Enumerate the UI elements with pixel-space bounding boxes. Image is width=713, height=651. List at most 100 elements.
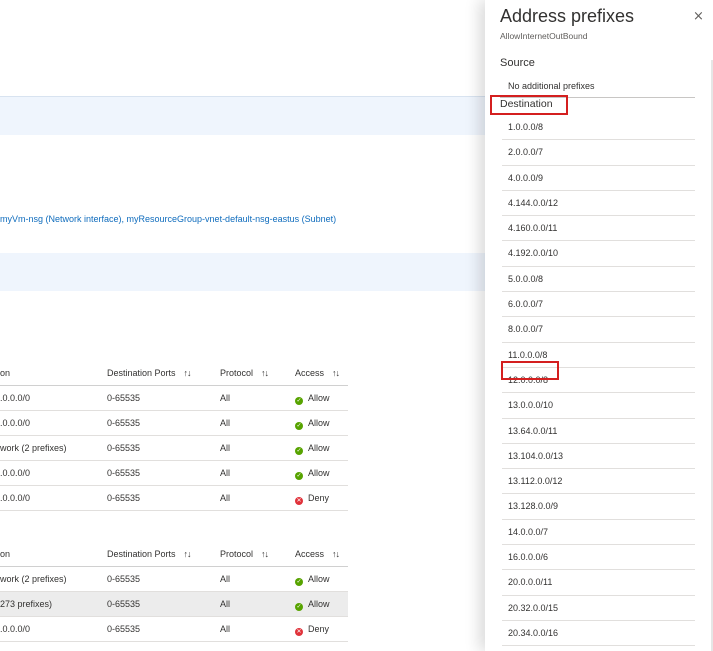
- column-header[interactable]: Destination Ports ↑↓: [107, 542, 192, 566]
- column-header-label: Destination Ports: [107, 368, 176, 378]
- prefix-value: 2.0.0.0/7: [508, 147, 544, 158]
- prefix-item: 2.0.0.0/7: [502, 140, 695, 166]
- protocol-cell: All: [220, 443, 231, 453]
- sort-arrows-icon[interactable]: ↑↓: [184, 368, 192, 378]
- prefix-value: 4.192.0.0/10: [508, 248, 559, 259]
- prefix-item: 4.160.0.0/11: [502, 216, 695, 242]
- prefix-item: 4.144.0.0/12: [502, 191, 695, 217]
- column-header[interactable]: Protocol ↑↓: [220, 542, 269, 566]
- table-row[interactable]: .0.0.0/0 0-65535 All ✕ Deny: [0, 486, 348, 511]
- column-header-label: Protocol: [220, 549, 254, 559]
- protocol-cell: All: [220, 393, 231, 403]
- sort-arrows-icon[interactable]: ↑↓: [332, 368, 340, 378]
- check-circle-icon: ✓: [295, 472, 303, 480]
- column-header[interactable]: Protocol ↑↓: [220, 361, 269, 385]
- prefix-item: 8.0.0.0/7: [502, 317, 695, 343]
- source-value: No additional prefixes: [508, 81, 595, 91]
- sort-arrows-icon[interactable]: ↑↓: [261, 368, 269, 378]
- prefix-item: 20.34.0.0/16: [502, 621, 695, 647]
- associated-nsg-link[interactable]: myVm-nsg (Network interface), myResource…: [0, 214, 336, 224]
- check-circle-icon: ✓: [295, 578, 303, 586]
- prefix-value: 20.34.0.0/16: [508, 627, 559, 638]
- address-prefixes-panel: Address prefixes AllowInternetOutBound ×…: [485, 0, 713, 651]
- table-row[interactable]: 273 prefixes) 0-65535 All ✓ Allow: [0, 592, 348, 617]
- prefix-value: 4.160.0.0/11: [508, 223, 558, 234]
- destination-cell: .0.0.0/0: [0, 468, 31, 478]
- table-header: on Destination Ports ↑↓ Protocol ↑↓ Access ↑↓: [0, 361, 348, 386]
- x-circle-icon: ✕: [295, 497, 303, 505]
- access-cell: ✓ Allow: [295, 567, 330, 591]
- outbound-rules-table: on Destination Ports ↑↓ Protocol ↑↓ Access ↑↓.…: [0, 361, 348, 511]
- prefix-highlight-box: [501, 361, 559, 380]
- prefix-item: 16.0.0.0/6: [502, 545, 695, 571]
- access-label: Allow: [308, 443, 330, 453]
- protocol-cell: All: [220, 493, 231, 503]
- x-circle-icon: ✕: [295, 628, 303, 636]
- access-cell: ✕ Deny: [295, 486, 329, 510]
- prefix-item: 13.64.0.0/11: [502, 419, 695, 444]
- source-label: Source: [500, 57, 535, 69]
- prefix-value: 11.0.0.0/8: [508, 349, 548, 360]
- panel-title: Address prefixes: [500, 6, 635, 26]
- prefix-value: 13.112.0.0/12: [508, 476, 563, 487]
- access-cell: ✓ Allow: [295, 386, 330, 410]
- prefix-value: 14.0.0.0/7: [508, 526, 549, 537]
- ports-cell: 0-65535: [107, 393, 141, 403]
- sort-arrows-icon[interactable]: ↑↓: [332, 549, 340, 559]
- prefix-value: 5.0.0.0/8: [508, 273, 544, 284]
- section-header-band: [0, 253, 485, 291]
- destination-cell: .0.0.0/0: [0, 393, 31, 403]
- protocol-cell: All: [220, 574, 231, 584]
- prefix-value: 1.0.0.0/8: [508, 122, 544, 132]
- access-cell: ✓ Allow: [295, 461, 330, 485]
- column-header: on: [0, 361, 10, 385]
- prefix-item: 6.0.0.0/7: [502, 292, 695, 318]
- close-icon[interactable]: ×: [693, 10, 704, 24]
- destination-cell: .0.0.0/0: [0, 493, 31, 503]
- prefix-item: 20.0.0.0/11: [502, 570, 695, 596]
- table-row[interactable]: .0.0.0/0 0-65535 All ✓ Allow: [0, 411, 348, 436]
- prefix-item: 14.0.0.0/7: [502, 520, 695, 546]
- ports-cell: 0-65535: [107, 574, 141, 584]
- protocol-cell: All: [220, 599, 231, 609]
- prefix-item: 4.192.0.0/10: [502, 241, 695, 267]
- access-label: Deny: [308, 493, 330, 503]
- table-row[interactable]: .0.0.0/0 0-65535 All ✓ Allow: [0, 386, 348, 411]
- access-label: Allow: [308, 418, 330, 428]
- column-header-label: on: [0, 549, 11, 559]
- ports-cell: 0-65535: [107, 624, 141, 634]
- ports-cell: 0-65535: [107, 493, 141, 503]
- table-row[interactable]: .0.0.0/0 0-65535 All ✕ Deny: [0, 617, 348, 642]
- check-circle-icon: ✓: [295, 603, 303, 611]
- prefix-value: 4.0.0.0/9: [508, 172, 544, 183]
- protocol-cell: All: [220, 468, 231, 478]
- access-label: Allow: [308, 574, 330, 584]
- prefix-value: 20.0.0.0/11: [508, 577, 553, 588]
- prefix-item: 13.104.0.0/13: [502, 444, 695, 470]
- prefix-item: 4.0.0.0/9: [502, 166, 695, 191]
- sort-arrows-icon[interactable]: ↑↓: [184, 549, 192, 559]
- table-row[interactable]: work (2 prefixes) 0-65535 All ✓ Allow: [0, 567, 348, 592]
- table-row[interactable]: work (2 prefixes) 0-65535 All ✓ Allow: [0, 436, 348, 461]
- access-label: Deny: [308, 624, 330, 634]
- table-row[interactable]: .0.0.0/0 0-65535 All ✓ Allow: [0, 461, 348, 486]
- sort-arrows-icon[interactable]: ↑↓: [261, 549, 269, 559]
- check-circle-icon: ✓: [295, 422, 303, 430]
- table-header: on Destination Ports ↑↓ Protocol ↑↓ Access ↑↓: [0, 542, 348, 567]
- destination-cell: work (2 prefixes): [0, 574, 67, 584]
- destination-cell: .0.0.0/0: [0, 418, 31, 428]
- prefix-item: 20.32.0.0/15: [502, 596, 695, 621]
- column-header[interactable]: Access ↑↓: [295, 542, 340, 566]
- prefix-value: 16.0.0.0/6: [508, 552, 549, 563]
- column-header-label: on: [0, 368, 11, 378]
- column-header[interactable]: Access ↑↓: [295, 361, 340, 385]
- destination-cell: 273 prefixes): [0, 599, 53, 609]
- prefix-item: 5.0.0.0/8: [502, 267, 695, 293]
- prefix-value: 13.0.0.0/10: [508, 400, 554, 411]
- section-header-band: [0, 97, 485, 135]
- access-cell: ✓ Allow: [295, 436, 330, 460]
- column-header[interactable]: Destination Ports ↑↓: [107, 361, 192, 385]
- prefix-item: 13.112.0.0/12: [502, 469, 695, 495]
- prefix-value: 13.104.0.0/13: [508, 450, 564, 461]
- destination-highlight-box: [490, 95, 568, 115]
